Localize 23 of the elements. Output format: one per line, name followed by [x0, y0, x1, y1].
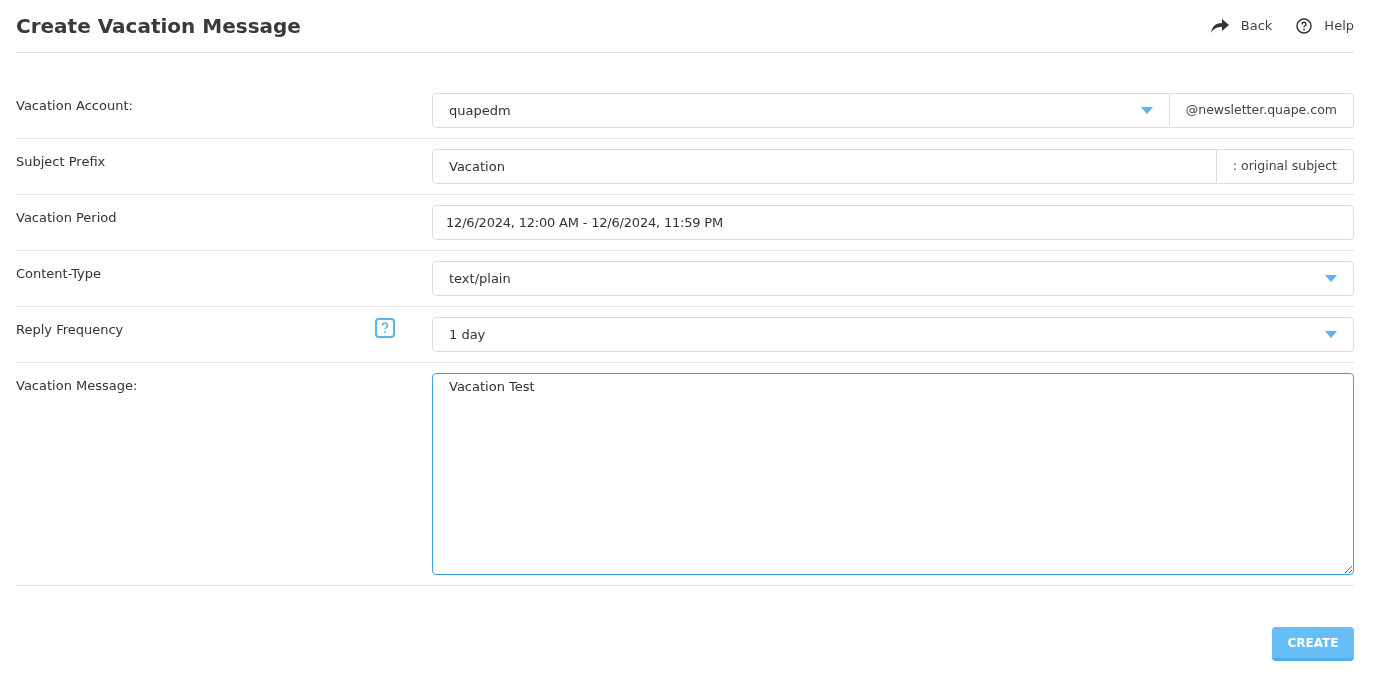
dropdown-field[interactable]: text/plain	[432, 261, 1354, 296]
caret-down-icon	[1325, 275, 1337, 282]
caret-down-icon	[1325, 331, 1337, 338]
text-input-field[interactable]: Vacation	[432, 149, 1217, 184]
field-suffix: @newsletter.quape.com	[1169, 93, 1354, 128]
help-link[interactable]: Help	[1296, 16, 1354, 36]
field-label: Content-Type	[16, 265, 102, 283]
field-label: Vacation Account:	[16, 97, 133, 115]
page-title: Create Vacation Message	[16, 13, 301, 40]
help-icon[interactable]	[375, 318, 395, 338]
back-link[interactable]: Back	[1210, 16, 1273, 36]
field-label: Subject Prefix	[16, 153, 106, 171]
field-label: Vacation Message:	[16, 377, 138, 395]
dropdown-field[interactable]: 1 day	[432, 317, 1354, 352]
date-range-field[interactable]: 12/6/2024, 12:00 AM - 12/6/2024, 11:59 PM	[432, 205, 1354, 240]
field-label: Vacation Period	[16, 209, 117, 227]
field-suffix: : original subject	[1216, 149, 1354, 184]
dropdown-field[interactable]: quapedm	[432, 93, 1170, 128]
help-icon	[1296, 18, 1313, 34]
field-label: Reply Frequency	[16, 321, 124, 339]
message-textarea[interactable]: Vacation Test	[432, 373, 1354, 575]
caret-down-icon	[1140, 107, 1153, 114]
share-arrow-icon	[1210, 19, 1229, 33]
